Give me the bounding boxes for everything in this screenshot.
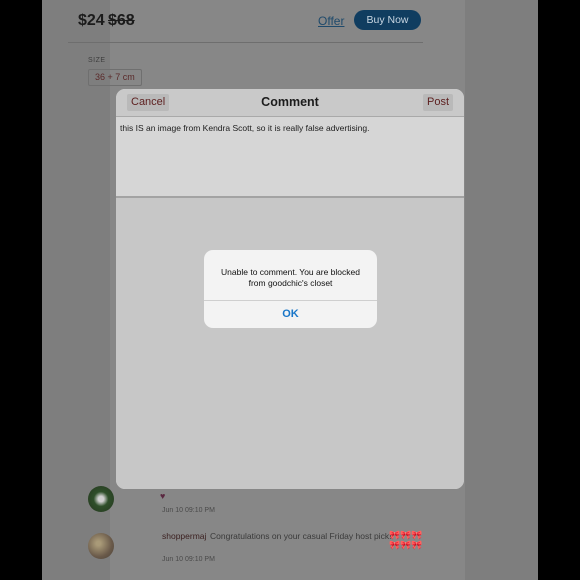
comment-input[interactable]: this IS an image from Kendra Scott, so i… [116, 117, 464, 198]
alert-message-line-2: from goodchic's closet [248, 278, 333, 288]
modal-body [116, 198, 464, 489]
comment-username[interactable]: shoppermaj [162, 531, 206, 541]
comment-input-text: this IS an image from Kendra Scott, so i… [120, 123, 370, 133]
modal-title: Comment [261, 95, 319, 109]
divider [68, 42, 423, 43]
avatar[interactable] [88, 533, 114, 559]
bow-emojis: 🎀🎀🎀🎀🎀🎀 [389, 530, 423, 550]
price: $24 [78, 12, 105, 29]
price-row: $24 $68 Offer Buy Now [78, 8, 423, 36]
page-side-right [465, 0, 538, 580]
offer-link[interactable]: Offer [318, 14, 344, 28]
comment-time: Jun 10 09:10 PM [162, 507, 215, 514]
original-price: $68 [108, 12, 135, 29]
comment-text: Congratulations on your casual Friday ho… [210, 531, 394, 541]
modal-header: Cancel Comment Post [116, 89, 464, 117]
size-chip[interactable]: 36 + 7 cm [88, 69, 142, 86]
letterbox-left [0, 0, 42, 580]
size-label: SIZE [88, 57, 106, 64]
buy-now-button[interactable]: Buy Now [354, 10, 421, 30]
blocked-alert: Unable to comment. You are blocked from … [204, 250, 377, 328]
avatar[interactable] [88, 486, 114, 512]
comment-time: Jun 10 09:10 PM [162, 556, 215, 563]
post-button[interactable]: Post [422, 94, 453, 111]
alert-message-line-1: Unable to comment. You are blocked [221, 267, 360, 277]
ok-button[interactable]: OK [204, 301, 377, 328]
letterbox-right [538, 0, 580, 580]
heart-emoji: ♥ [160, 491, 166, 501]
alert-message: Unable to comment. You are blocked from … [204, 267, 377, 289]
